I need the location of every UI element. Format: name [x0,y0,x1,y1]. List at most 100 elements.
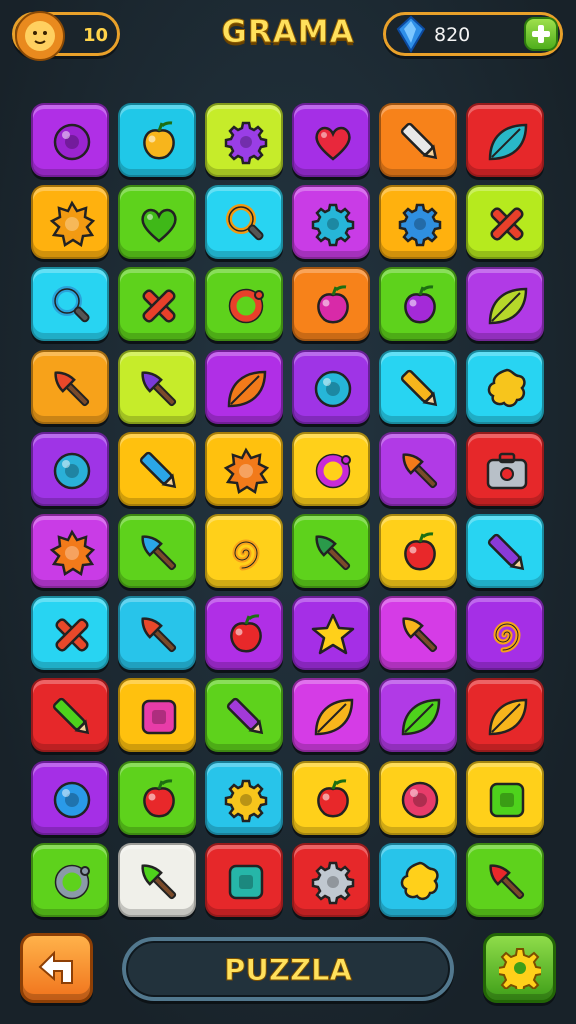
board-tile[interactable] [292,103,370,177]
board-tile[interactable] [466,185,544,260]
board-tile[interactable] [379,185,457,260]
board-tile[interactable] [292,760,370,835]
board-tile[interactable] [466,103,544,177]
settings-button[interactable] [483,933,556,1003]
board-tile[interactable] [292,842,370,917]
leaf-icon [488,699,528,736]
board-tile[interactable] [466,842,544,917]
board-tile[interactable] [379,760,457,835]
board-tile[interactable] [292,678,370,753]
brush-icon [402,453,438,488]
fruit-icon [230,614,262,653]
board-tile[interactable] [205,842,283,917]
board-tile[interactable] [466,267,544,342]
puzzle-button[interactable]: PUZZLA [122,937,454,1001]
board-tile[interactable] [466,349,544,424]
brush-icon [54,370,90,406]
board-tile[interactable] [118,596,196,671]
board-tile[interactable] [379,514,457,588]
gear-icon [311,861,355,905]
board-tile[interactable] [379,842,457,917]
ball-icon [53,781,91,818]
pencil-icon [487,533,525,571]
board-tile[interactable] [118,349,196,424]
board-tile[interactable] [118,678,196,753]
board-tile[interactable] [31,267,109,342]
board-tile[interactable] [466,431,544,506]
ball-icon [53,123,91,161]
fruit-icon [404,285,436,324]
board-tile[interactable] [466,596,544,671]
board-tile[interactable] [379,678,457,753]
star-icon [311,613,355,655]
ball-icon [53,452,91,490]
fruit-icon [404,532,436,571]
board-tile[interactable] [205,678,283,753]
brush-icon [141,617,177,653]
leaf-icon [314,699,354,736]
board-tile[interactable] [292,431,370,506]
add-gems-button[interactable] [524,17,558,51]
square-icon [489,782,525,817]
board-tile[interactable] [31,842,109,917]
sun-icon [49,200,96,248]
board-tile[interactable] [31,349,109,424]
brush-icon [141,370,177,406]
top-bar: 10 GRAMA 820 [0,0,576,80]
board-tile[interactable] [31,431,109,506]
leaf-icon [401,699,441,736]
board-tile[interactable] [31,678,109,753]
board-tile[interactable] [466,678,544,753]
board-tile[interactable] [205,760,283,835]
board-tile[interactable] [379,596,457,671]
board-tile[interactable] [205,103,283,177]
magnifier-icon [226,204,264,241]
board-tile[interactable] [205,267,283,342]
board-tile[interactable] [118,760,196,835]
pencil-icon [52,698,90,735]
board-tile[interactable] [118,103,196,177]
board-tile[interactable] [292,514,370,588]
board-tile[interactable] [292,349,370,424]
board-tile[interactable] [31,103,109,177]
ball-icon [401,781,439,818]
leaf-icon [227,370,267,407]
board-tile[interactable] [31,596,109,671]
toolbox-icon [486,452,528,490]
board-tile[interactable] [379,431,457,506]
board-tile[interactable] [292,596,370,671]
board-tile[interactable] [205,185,283,260]
board-tile[interactable] [292,267,370,342]
board-tile[interactable] [466,514,544,588]
board-tile[interactable] [379,349,457,424]
board-tile[interactable] [118,514,196,588]
gear-icon [499,948,541,989]
magnifier-icon [52,286,90,323]
board-tile[interactable] [205,514,283,588]
board-tile[interactable] [118,267,196,342]
gems-value: 820 [434,24,471,46]
board-tile[interactable] [466,760,544,835]
board-tile[interactable] [205,349,283,424]
ring-icon [54,864,90,900]
brush-icon [402,617,438,653]
cross-icon [142,289,176,323]
board-tile[interactable] [118,842,196,917]
leaf-icon [488,123,528,161]
gems-counter: 820 [383,12,563,56]
board-tile[interactable] [379,103,457,177]
board-tile[interactable] [118,185,196,260]
back-arrow-icon [38,950,73,984]
board-tile[interactable] [379,267,457,342]
board-tile[interactable] [205,431,283,506]
board-tile[interactable] [31,760,109,835]
board-tile[interactable] [31,185,109,260]
pencil-icon [226,698,264,735]
board-tile[interactable] [292,185,370,260]
board-tile[interactable] [118,431,196,506]
board-tile[interactable] [205,596,283,671]
board-tile[interactable] [31,514,109,588]
brush-icon [141,864,177,899]
lives-counter[interactable]: 10 [12,11,120,61]
back-button[interactable] [20,933,93,1003]
